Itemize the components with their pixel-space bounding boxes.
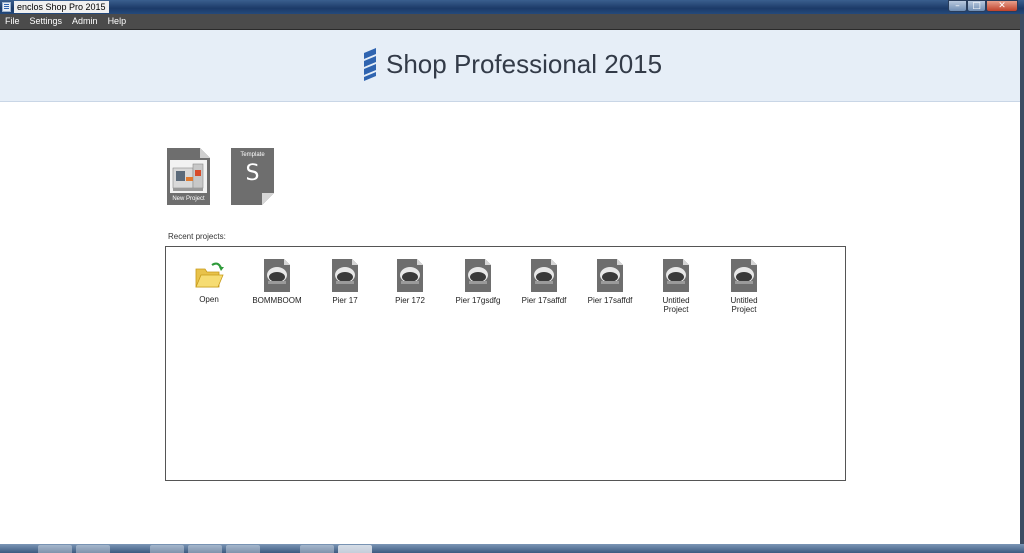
project-file-icon	[332, 259, 358, 292]
project-file-icon	[597, 259, 623, 292]
recent-project-item[interactable]: Pier 172	[380, 259, 440, 305]
maximize-button[interactable]: □	[967, 0, 986, 12]
new-project-tile[interactable]: New Project	[167, 148, 210, 205]
folder-open-icon	[195, 262, 224, 288]
project-label: Untitled Project	[662, 296, 690, 314]
window-edge	[1020, 14, 1024, 544]
menu-bar: File Settings Admin Help	[0, 14, 1020, 30]
menu-file[interactable]: File	[0, 14, 25, 29]
menu-settings[interactable]: Settings	[25, 14, 68, 29]
recent-project-item[interactable]: Pier 17saffdf	[580, 259, 640, 305]
recent-project-item[interactable]: Untitled Project	[646, 259, 706, 314]
taskbar-button[interactable]	[188, 545, 222, 553]
recent-project-item[interactable]: BOMMBOOM	[247, 259, 307, 305]
project-label: Pier 17	[332, 296, 358, 305]
project-label: Pier 17saffdf	[521, 296, 567, 305]
recent-project-item[interactable]: Pier 17	[315, 259, 375, 305]
app-title: Shop Professional 2015	[386, 49, 663, 79]
menu-help[interactable]: Help	[103, 14, 132, 29]
shop-logo-icon	[364, 48, 376, 81]
taskbar-button[interactable]	[226, 545, 260, 553]
recent-project-item[interactable]: Untitled Project	[714, 259, 774, 314]
recent-project-item[interactable]: Pier 17saffdf	[514, 259, 574, 305]
recent-project-item[interactable]: Pier 17gsdfg	[448, 259, 508, 305]
project-file-icon	[531, 259, 557, 292]
minimize-button[interactable]: –	[948, 0, 967, 12]
app-icon	[2, 2, 11, 12]
project-file-icon	[264, 259, 290, 292]
project-label: BOMMBOOM	[252, 296, 302, 305]
taskbar-button[interactable]	[38, 545, 72, 553]
template-caption: Template	[240, 152, 265, 158]
project-file-icon	[663, 259, 689, 292]
recent-projects-panel: Open BOMMBOOM Pier 17 Pier 172 Pier 17gs…	[165, 246, 846, 481]
project-file-icon	[397, 259, 423, 292]
close-button[interactable]: ✕	[986, 0, 1018, 12]
template-tile[interactable]: Template S	[231, 148, 274, 205]
project-label: Pier 172	[395, 296, 425, 305]
taskbar-button[interactable]	[300, 545, 334, 553]
new-project-caption: New Project	[172, 196, 205, 202]
os-taskbar	[0, 544, 1024, 553]
menu-admin[interactable]: Admin	[67, 14, 103, 29]
recent-projects-label: Recent projects:	[168, 232, 226, 241]
project-file-icon	[731, 259, 757, 292]
open-project-item[interactable]: Open	[179, 259, 239, 304]
project-file-icon	[465, 259, 491, 292]
window-title-bar[interactable]: enclos Shop Pro 2015 – □ ✕	[0, 0, 1024, 14]
project-label: Untitled Project	[730, 296, 758, 314]
taskbar-button[interactable]	[150, 545, 184, 553]
template-letter: S	[245, 161, 260, 186]
project-label: Pier 17gsdfg	[455, 296, 501, 305]
project-label: Pier 17saffdf	[587, 296, 633, 305]
taskbar-button-active[interactable]	[338, 545, 372, 553]
taskbar-button[interactable]	[76, 545, 110, 553]
open-label: Open	[199, 295, 219, 304]
window-title: enclos Shop Pro 2015	[14, 1, 109, 13]
